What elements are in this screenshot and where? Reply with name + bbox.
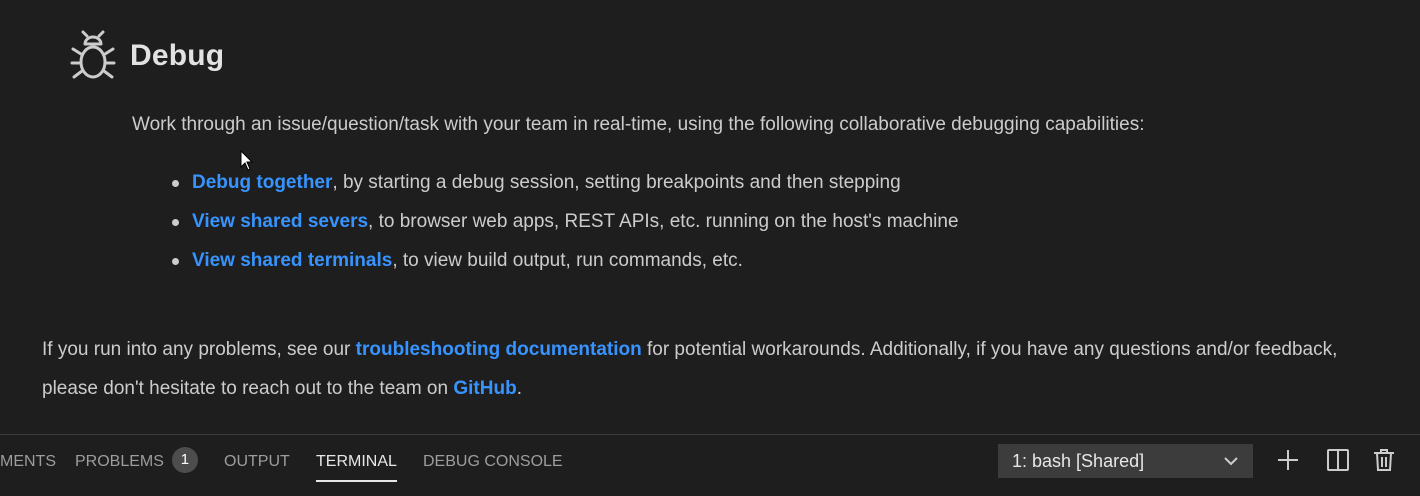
tab-label: DEBUG CONSOLE [423, 453, 563, 470]
list-item: View shared severs, to browser web apps,… [172, 209, 959, 248]
bullet-dot [172, 180, 179, 187]
tab-comments[interactable]: MENTS [0, 435, 56, 496]
tab-output[interactable]: OUTPUT [224, 435, 290, 496]
terminal-select[interactable]: 1: bash [Shared] [998, 444, 1253, 478]
plus-icon[interactable] [1275, 447, 1301, 473]
problems-count-badge: 1 [171, 446, 198, 473]
terminal-select-value: 1: bash [Shared] [1012, 451, 1145, 471]
capabilities-list: Debug together, by starting a debug sess… [172, 170, 959, 287]
trash-icon[interactable] [1371, 447, 1397, 473]
tab-terminal[interactable]: TERMINAL [316, 435, 397, 496]
debug-together-link[interactable]: Debug together [192, 172, 332, 193]
section-title: Debug [130, 39, 225, 72]
tab-problems[interactable]: PROBLEMS 1 [75, 435, 198, 496]
bullet-dot [172, 258, 179, 265]
tab-label: MENTS [0, 453, 56, 470]
bug-icon [70, 30, 116, 79]
tab-debug-console[interactable]: DEBUG CONSOLE [423, 435, 563, 496]
help-paragraph: If you run into any problems, see our tr… [42, 330, 1372, 408]
tab-label: OUTPUT [224, 453, 290, 470]
bullet-dot [172, 219, 179, 226]
list-item: Debug together, by starting a debug sess… [172, 170, 959, 209]
split-icon[interactable] [1325, 447, 1351, 473]
help-text: If you run into any problems, see our [42, 339, 356, 360]
list-item-text: , to view build output, run commands, et… [392, 250, 743, 271]
mouse-cursor-icon [240, 150, 254, 171]
troubleshooting-link[interactable]: troubleshooting documentation [356, 339, 642, 360]
list-item: View shared terminals, to view build out… [172, 248, 959, 287]
bottom-panel: MENTS PROBLEMS 1 OUTPUT TERMINAL DEBUG CO… [0, 434, 1420, 496]
github-link[interactable]: GitHub [453, 378, 516, 399]
welcome-content: Debug Work through an issue/question/tas… [0, 0, 1420, 434]
section-intro: Work through an issue/question/task with… [132, 114, 1145, 135]
tab-label: TERMINAL [316, 453, 397, 470]
help-text: . [516, 378, 522, 399]
view-shared-servers-link[interactable]: View shared severs [192, 211, 368, 232]
view-shared-terminals-link[interactable]: View shared terminals [192, 250, 392, 271]
chevron-down-icon [1224, 457, 1238, 466]
active-tab-indicator [316, 480, 397, 482]
list-item-text: , by starting a debug session, setting b… [332, 172, 901, 193]
list-item-text: , to browser web apps, REST APIs, etc. r… [368, 211, 959, 232]
tab-label: PROBLEMS [75, 453, 164, 470]
section-heading: Debug [70, 30, 224, 82]
